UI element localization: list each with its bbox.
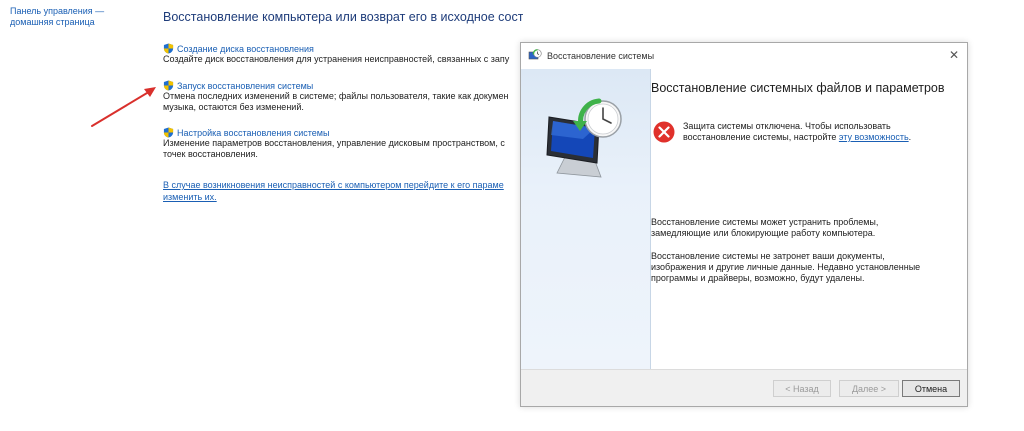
dialog-footer: < Назад Далее > Отмена [521,369,967,406]
task-description: Отмена последних изменений в системе; фа… [163,91,509,101]
system-restore-small-icon [528,49,542,60]
system-restore-icon [546,98,622,178]
info-paragraph-1: Восстановление системы может устранить п… [651,217,879,238]
reset-link-line2: изменить их. [163,191,217,202]
create-recovery-drive-link[interactable]: Создание диска восстановления [177,44,314,54]
configure-protection-link[interactable]: эту возможность [839,132,909,142]
cancel-button[interactable]: Отмена [902,380,960,397]
task-configure-system-restore: Настройка восстановления системы Изменен… [163,127,523,160]
red-arrow-annotation [91,87,156,127]
home-link-line1: Панель управления — [10,6,105,16]
protection-warning: Защита системы отключена. Чтобы использо… [653,121,923,143]
uac-shield-icon [163,43,174,54]
error-icon [653,121,675,143]
uac-shield-icon [163,127,174,138]
task-description: Создайте диск восстановления для устране… [163,54,510,64]
task-description: Изменение параметров восстановления, упр… [163,138,505,148]
control-panel-home-link[interactable]: Панель управления — домашняя страница [10,6,150,28]
dialog-titlebar[interactable]: Восстановление системы ✕ [521,43,967,69]
home-link-line2: домашняя страница [10,17,95,27]
dialog-side-panel [521,69,651,369]
open-system-restore-link[interactable]: Запуск восстановления системы [177,81,313,91]
next-button[interactable]: Далее > [839,380,899,397]
page-title: Восстановление компьютера или возврат ег… [163,10,523,24]
task-open-system-restore: Запуск восстановления системы Отмена пос… [163,80,523,113]
warning-text: Защита системы отключена. Чтобы использо… [683,121,923,143]
task-create-recovery-drive: Создание диска восстановления Создайте д… [163,43,523,65]
dialog-title: Восстановление системы [547,51,655,61]
dialog-heading: Восстановление системных файлов и параме… [651,81,945,95]
close-icon[interactable]: ✕ [949,48,959,62]
uac-shield-icon [163,80,174,91]
task-description: музыка, остаются без изменений. [163,102,304,112]
left-nav: Панель управления — домашняя страница [10,6,150,28]
reset-pc-link[interactable]: В случае возникновения неисправностей с … [163,180,523,203]
system-restore-dialog: Восстановление системы ✕ Восстановление … [520,42,968,407]
warning-end: . [908,132,912,142]
back-button[interactable]: < Назад [773,380,831,397]
configure-system-restore-link[interactable]: Настройка восстановления системы [177,128,329,138]
control-panel-main: Восстановление компьютера или возврат ег… [163,0,523,431]
task-description: точек восстановления. [163,149,258,159]
info-paragraph-2: Восстановление системы не затронет ваши … [651,251,921,283]
reset-link-line1: В случае возникновения неисправностей с … [163,180,504,190]
dialog-body: Восстановление системных файлов и параме… [651,69,967,369]
